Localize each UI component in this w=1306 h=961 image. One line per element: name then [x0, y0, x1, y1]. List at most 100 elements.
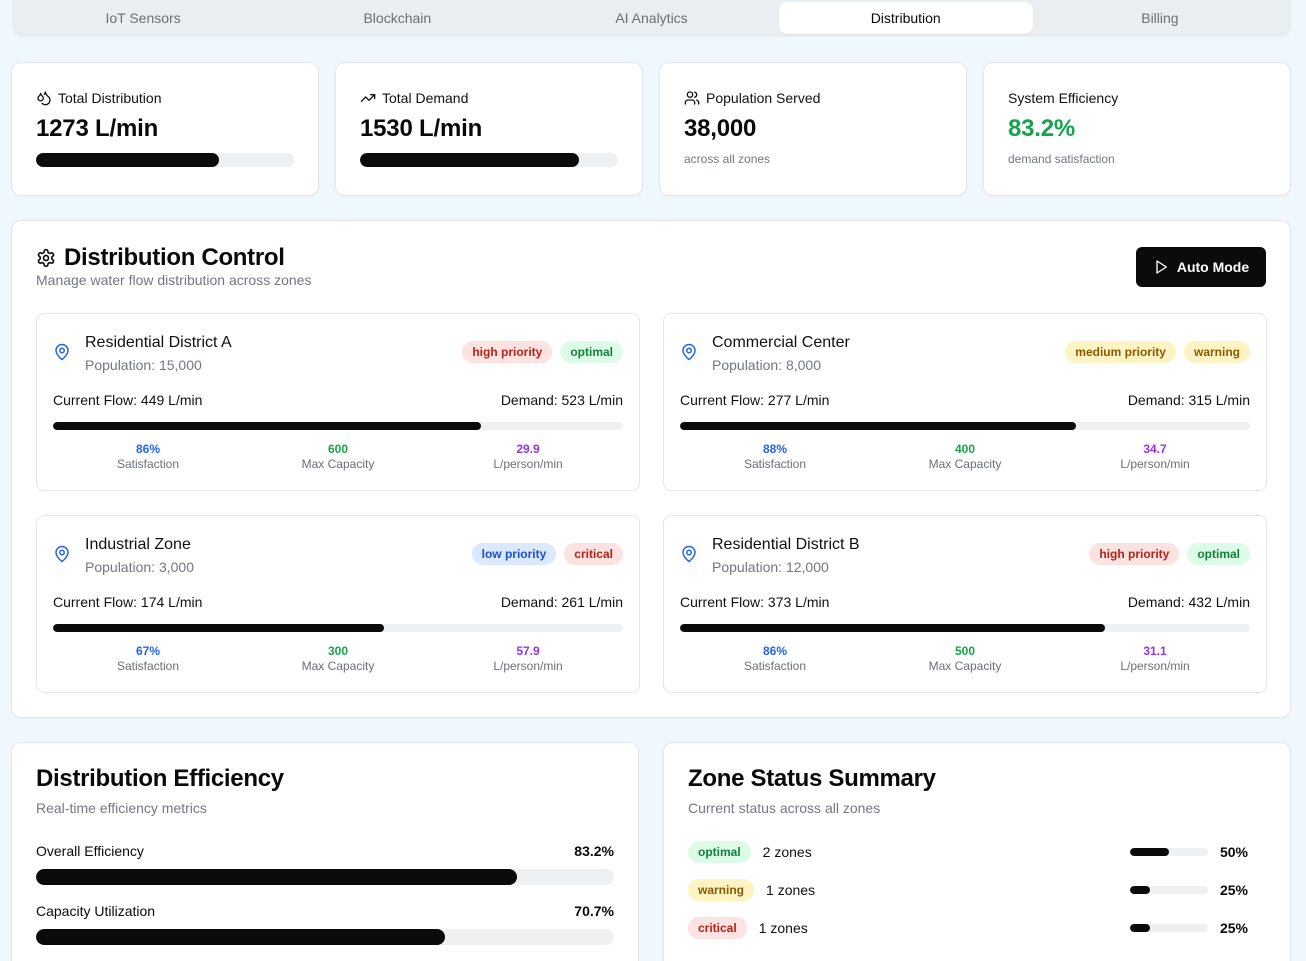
trending-up-icon — [360, 94, 376, 102]
flow-bar — [53, 624, 623, 632]
status-row: warning 1 zones 25% — [688, 878, 1248, 902]
status-badge: critical — [564, 543, 623, 565]
priority-badge: low priority — [471, 543, 557, 565]
zone-count: 2 zones — [762, 844, 812, 860]
play-icon — [1156, 260, 1167, 274]
stat-value: 38,000 — [684, 115, 757, 142]
zone-count: 1 zones — [758, 920, 808, 936]
tab-blockchain[interactable]: Blockchain — [270, 2, 524, 34]
zone-card-residential-a: Residential District A Population: 15,000… — [36, 313, 640, 491]
status-percent: 25% — [1219, 882, 1248, 898]
map-pin-icon — [682, 343, 696, 361]
progress-fill — [360, 153, 580, 167]
efficiency-label: Overall Efficiency — [36, 843, 144, 859]
status-bar — [1130, 886, 1208, 894]
status-badge: optimal — [1187, 543, 1250, 565]
per-person-metric: 57.9 L/person/min — [493, 644, 563, 673]
progress-fill — [53, 624, 384, 632]
efficiency-label: Capacity Utilization — [36, 903, 156, 919]
current-flow: Current Flow: 174 L/min — [53, 594, 203, 610]
zone-name: Residential District A — [85, 334, 232, 351]
max-capacity-metric: 300 Max Capacity — [301, 644, 375, 673]
stat-card-total-demand: Total Demand 1530 L/min — [335, 62, 643, 196]
priority-badge: high priority — [462, 341, 553, 363]
stat-value: 1273 L/min — [36, 115, 159, 142]
zone-status-summary-card: Zone Status Summary Current status acros… — [663, 742, 1291, 961]
efficiency-value: 70.7% — [574, 903, 614, 919]
stat-card-efficiency: System Efficiency 83.2% demand satisfact… — [983, 62, 1291, 196]
progress-fill — [36, 153, 220, 167]
progress-fill — [36, 869, 517, 885]
demand: Demand: 315 L/min — [1127, 392, 1250, 408]
efficiency-row: Capacity Utilization 70.7% — [36, 903, 614, 945]
status-row: optimal 2 zones 50% — [688, 840, 1248, 864]
flow-bar — [680, 422, 1250, 430]
distribution-efficiency-card: Distribution Efficiency Real-time effici… — [11, 742, 639, 961]
status-badge: critical — [688, 917, 747, 939]
settings-icon — [37, 248, 55, 268]
tab-billing[interactable]: Billing — [1033, 2, 1287, 34]
status-bar — [1130, 924, 1208, 932]
tab-iot-sensors[interactable]: IoT Sensors — [16, 2, 270, 34]
section-description: Current status across all zones — [688, 800, 881, 816]
zone-population: Population: 3,000 — [85, 559, 194, 575]
stat-label: Total Distribution — [58, 90, 162, 106]
tab-ai-analytics[interactable]: AI Analytics — [524, 2, 778, 34]
stat-label: System Efficiency — [1008, 90, 1119, 106]
efficiency-row: Overall Efficiency 83.2% — [36, 843, 614, 885]
status-badge: warning — [688, 879, 755, 901]
stat-card-population: Population Served 38,000 across all zone… — [659, 62, 967, 196]
stat-value: 1530 L/min — [360, 115, 483, 142]
max-capacity-metric: 400 Max Capacity — [928, 442, 1002, 471]
map-pin-icon — [682, 545, 696, 563]
demand: Demand: 523 L/min — [500, 392, 623, 408]
zone-population: Population: 15,000 — [85, 357, 202, 373]
progress-fill — [1130, 848, 1169, 856]
max-capacity-metric: 500 Max Capacity — [928, 644, 1002, 673]
section-description: Real-time efficiency metrics — [36, 800, 207, 816]
progress-fill — [53, 422, 481, 430]
demand: Demand: 432 L/min — [1127, 594, 1250, 610]
progress-fill — [680, 422, 1077, 430]
per-person-metric: 31.1 L/person/min — [1120, 644, 1190, 673]
stat-label: Total Demand — [382, 90, 469, 106]
stat-card-total-distribution: Total Distribution 1273 L/min — [11, 62, 319, 196]
satisfaction-metric: 88% Satisfaction — [743, 442, 807, 471]
priority-badge: high priority — [1089, 543, 1180, 565]
stat-sub: demand satisfaction — [1008, 152, 1115, 166]
progress-fill — [1130, 886, 1150, 894]
flow-bar — [680, 624, 1250, 632]
progress-fill — [680, 624, 1105, 632]
progress-bar — [360, 153, 618, 167]
current-flow: Current Flow: 373 L/min — [680, 594, 830, 610]
max-capacity-metric: 600 Max Capacity — [301, 442, 375, 471]
satisfaction-metric: 86% Satisfaction — [116, 442, 180, 471]
zone-count: 1 zones — [766, 882, 816, 898]
section-title: Zone Status Summary — [688, 765, 936, 792]
section-description: Manage water flow distribution across zo… — [36, 272, 312, 288]
current-flow: Current Flow: 277 L/min — [680, 392, 830, 408]
zone-name: Residential District B — [712, 536, 860, 553]
progress-bar — [36, 153, 294, 167]
demand: Demand: 261 L/min — [500, 594, 623, 610]
map-pin-icon — [55, 545, 69, 563]
stat-sub: across all zones — [684, 152, 771, 166]
status-bar — [1130, 848, 1208, 856]
progress-fill — [36, 929, 445, 945]
efficiency-value: 83.2% — [574, 843, 614, 859]
satisfaction-metric: 86% Satisfaction — [743, 644, 807, 673]
satisfaction-metric: 67% Satisfaction — [116, 644, 180, 673]
status-badge: optimal — [688, 841, 751, 863]
progress-fill — [1130, 924, 1150, 932]
section-title: Distribution Control — [64, 244, 285, 271]
auto-mode-button[interactable]: Auto Mode — [1136, 247, 1266, 287]
zone-card-industrial-zone: Industrial Zone Population: 3,000 low prio… — [36, 515, 640, 693]
zone-card-residential-b: Residential District B Population: 12,000… — [663, 515, 1267, 693]
stat-value: 83.2% — [1008, 115, 1076, 142]
zone-name: Industrial Zone — [85, 536, 191, 553]
current-flow: Current Flow: 449 L/min — [53, 392, 203, 408]
efficiency-bar — [36, 929, 614, 945]
per-person-metric: 34.7 L/person/min — [1120, 442, 1190, 471]
tab-distribution[interactable]: Distribution — [778, 2, 1033, 34]
status-badge: optimal — [560, 341, 623, 363]
